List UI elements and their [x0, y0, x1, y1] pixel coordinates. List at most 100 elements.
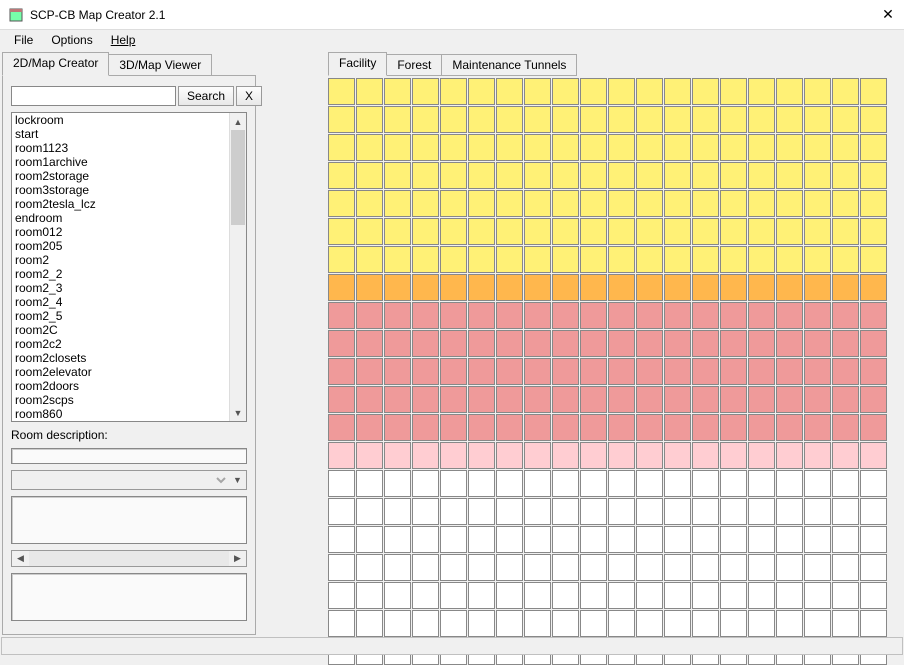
- grid-cell[interactable]: [608, 162, 635, 189]
- grid-cell[interactable]: [804, 106, 831, 133]
- grid-cell[interactable]: [664, 526, 691, 553]
- grid-cell[interactable]: [328, 246, 355, 273]
- grid-cell[interactable]: [636, 554, 663, 581]
- grid-cell[interactable]: [748, 442, 775, 469]
- grid-cell[interactable]: [552, 610, 579, 637]
- grid-cell[interactable]: [692, 134, 719, 161]
- grid-cell[interactable]: [692, 470, 719, 497]
- grid-cell[interactable]: [636, 134, 663, 161]
- grid-cell[interactable]: [748, 246, 775, 273]
- list-item[interactable]: room2C: [12, 323, 229, 337]
- list-item[interactable]: endroom: [12, 211, 229, 225]
- grid-cell[interactable]: [468, 526, 495, 553]
- grid-cell[interactable]: [328, 358, 355, 385]
- grid-cell[interactable]: [748, 470, 775, 497]
- grid-cell[interactable]: [384, 414, 411, 441]
- grid-cell[interactable]: [580, 358, 607, 385]
- grid-cell[interactable]: [496, 610, 523, 637]
- grid-cell[interactable]: [440, 358, 467, 385]
- grid-cell[interactable]: [412, 330, 439, 357]
- grid-cell[interactable]: [468, 414, 495, 441]
- grid-cell[interactable]: [468, 218, 495, 245]
- grid-cell[interactable]: [720, 162, 747, 189]
- grid-cell[interactable]: [804, 302, 831, 329]
- grid-cell[interactable]: [552, 162, 579, 189]
- map-grid[interactable]: [328, 78, 902, 665]
- grid-cell[interactable]: [328, 386, 355, 413]
- grid-cell[interactable]: [496, 414, 523, 441]
- grid-cell[interactable]: [384, 470, 411, 497]
- grid-cell[interactable]: [356, 582, 383, 609]
- grid-cell[interactable]: [692, 610, 719, 637]
- grid-cell[interactable]: [580, 582, 607, 609]
- grid-cell[interactable]: [552, 526, 579, 553]
- grid-cell[interactable]: [328, 610, 355, 637]
- grid-cell[interactable]: [412, 610, 439, 637]
- grid-cell[interactable]: [580, 190, 607, 217]
- list-item[interactable]: room2closets: [12, 351, 229, 365]
- grid-cell[interactable]: [608, 386, 635, 413]
- grid-cell[interactable]: [328, 582, 355, 609]
- grid-cell[interactable]: [412, 554, 439, 581]
- grid-cell[interactable]: [748, 386, 775, 413]
- grid-cell[interactable]: [580, 526, 607, 553]
- grid-cell[interactable]: [356, 414, 383, 441]
- grid-cell[interactable]: [776, 526, 803, 553]
- grid-cell[interactable]: [468, 162, 495, 189]
- grid-cell[interactable]: [776, 246, 803, 273]
- list-item[interactable]: room2scps: [12, 393, 229, 407]
- list-item[interactable]: room2doors: [12, 379, 229, 393]
- list-item[interactable]: room2_4: [12, 295, 229, 309]
- grid-cell[interactable]: [832, 470, 859, 497]
- grid-cell[interactable]: [664, 610, 691, 637]
- grid-cell[interactable]: [832, 162, 859, 189]
- grid-cell[interactable]: [720, 246, 747, 273]
- grid-cell[interactable]: [552, 582, 579, 609]
- grid-cell[interactable]: [860, 442, 887, 469]
- grid-cell[interactable]: [692, 190, 719, 217]
- grid-cell[interactable]: [636, 190, 663, 217]
- grid-cell[interactable]: [860, 302, 887, 329]
- grid-cell[interactable]: [804, 78, 831, 105]
- grid-cell[interactable]: [412, 582, 439, 609]
- grid-cell[interactable]: [748, 526, 775, 553]
- list-item[interactable]: room2tesla_lcz: [12, 197, 229, 211]
- grid-cell[interactable]: [356, 106, 383, 133]
- search-input[interactable]: [11, 86, 176, 106]
- grid-cell[interactable]: [552, 554, 579, 581]
- scroll-up-icon[interactable]: ▲: [230, 113, 246, 130]
- grid-cell[interactable]: [580, 106, 607, 133]
- grid-cell[interactable]: [832, 274, 859, 301]
- grid-cell[interactable]: [440, 106, 467, 133]
- grid-cell[interactable]: [412, 470, 439, 497]
- grid-cell[interactable]: [468, 330, 495, 357]
- grid-cell[interactable]: [524, 190, 551, 217]
- grid-cell[interactable]: [468, 582, 495, 609]
- grid-cell[interactable]: [804, 274, 831, 301]
- grid-cell[interactable]: [440, 526, 467, 553]
- grid-cell[interactable]: [384, 190, 411, 217]
- grid-cell[interactable]: [860, 582, 887, 609]
- grid-cell[interactable]: [860, 358, 887, 385]
- list-item[interactable]: room2_2: [12, 267, 229, 281]
- grid-cell[interactable]: [748, 582, 775, 609]
- grid-cell[interactable]: [748, 106, 775, 133]
- grid-cell[interactable]: [440, 274, 467, 301]
- list-item[interactable]: start: [12, 127, 229, 141]
- grid-cell[interactable]: [552, 414, 579, 441]
- grid-cell[interactable]: [664, 162, 691, 189]
- close-button[interactable]: ✕: [880, 7, 896, 23]
- grid-cell[interactable]: [496, 218, 523, 245]
- grid-cell[interactable]: [636, 526, 663, 553]
- grid-cell[interactable]: [608, 106, 635, 133]
- grid-cell[interactable]: [832, 498, 859, 525]
- grid-cell[interactable]: [608, 246, 635, 273]
- grid-cell[interactable]: [384, 106, 411, 133]
- grid-cell[interactable]: [692, 78, 719, 105]
- grid-cell[interactable]: [692, 386, 719, 413]
- grid-cell[interactable]: [384, 358, 411, 385]
- grid-cell[interactable]: [804, 470, 831, 497]
- grid-cell[interactable]: [776, 554, 803, 581]
- grid-cell[interactable]: [328, 162, 355, 189]
- grid-cell[interactable]: [720, 526, 747, 553]
